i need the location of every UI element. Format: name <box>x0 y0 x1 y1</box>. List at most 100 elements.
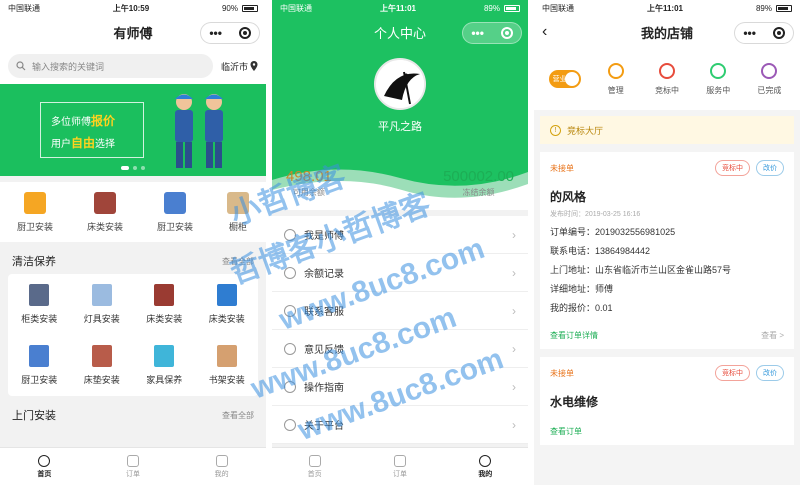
battery-level: 90% <box>221 3 238 13</box>
menu-item-icon <box>284 342 296 355</box>
search-input[interactable]: 输入搜索的关键词 <box>8 54 213 78</box>
view-all-link[interactable]: 查看全部 <box>222 256 254 267</box>
page-title: 有师傅 <box>113 25 153 41</box>
promo-banner[interactable]: 多位师傅报价 用户自由选择 <box>0 84 266 176</box>
more-icon[interactable]: ••• <box>743 26 756 40</box>
bidding-badge[interactable]: 竞标中 <box>715 365 750 381</box>
business-toggle[interactable]: 营业 <box>548 70 581 88</box>
service-item[interactable]: 厨卫安装 <box>8 335 71 396</box>
tab-orders[interactable]: 订单 <box>126 454 140 479</box>
service-item[interactable]: 灯具安装 <box>71 274 134 335</box>
service-item[interactable]: 床类安装 <box>196 274 259 335</box>
menu-item-label: 关于平台 <box>304 421 344 432</box>
order-time: 发布时间：2019-03-25 16:16 <box>550 211 641 218</box>
balance-value: 500002.00 <box>443 168 514 185</box>
tab-label: 首页 <box>37 470 52 478</box>
service-item[interactable]: 书架安装 <box>196 335 259 396</box>
menu-item-label: 联系客服 <box>304 307 344 318</box>
frozen-balance[interactable]: 500002.00 冻结余额 <box>443 168 514 198</box>
status-tab-label: 服务中 <box>706 85 731 95</box>
menu-item[interactable]: 余额记录 › <box>272 254 528 292</box>
carrier: 中国联通 <box>542 3 574 13</box>
battery-level: 89% <box>755 3 772 13</box>
banner-line1: 多位师傅 <box>51 117 91 128</box>
category-item[interactable]: 厨卫安装 <box>157 191 193 233</box>
menu-item[interactable]: 关于平台 › <box>272 406 528 444</box>
more-icon[interactable]: ••• <box>471 26 484 40</box>
status-tab-icon <box>607 62 624 79</box>
menu-item[interactable]: 联系客服 › <box>272 292 528 330</box>
shop-status-tab[interactable]: 竞标中 <box>642 62 691 96</box>
service-icon <box>29 345 50 367</box>
nav-bar: 个人中心 ••• <box>272 16 528 48</box>
close-icon[interactable] <box>500 27 513 39</box>
shop-status-tab[interactable]: 已完成 <box>745 62 794 96</box>
service-label: 书架安装 <box>208 375 245 385</box>
available-balance[interactable]: 498.01 可用余额 <box>286 168 332 198</box>
category-item[interactable]: 厨卫安装 <box>16 191 53 233</box>
tab-label: 我的 <box>214 470 229 478</box>
back-icon[interactable]: ‹ <box>542 23 547 41</box>
bidding-badge[interactable]: 竞标中 <box>715 160 750 176</box>
tab-mine[interactable]: 我的 <box>214 454 229 479</box>
service-item[interactable]: 床垫安装 <box>71 335 134 396</box>
tab-mine[interactable]: 我的 <box>478 454 492 479</box>
status-bar: 中国联通 上午10:59 90% <box>0 0 266 16</box>
location-label: 临沂市 <box>220 61 248 72</box>
change-price-button[interactable]: 改价 <box>756 365 784 381</box>
category-item[interactable]: 橱柜 <box>226 191 249 233</box>
battery-level: 89% <box>483 3 500 13</box>
tab-home[interactable]: 首页 <box>308 454 322 479</box>
service-label: 厨卫安装 <box>21 375 58 385</box>
menu-item-icon <box>284 418 296 431</box>
tab-bar: 首页 订单 我的 <box>272 447 528 485</box>
battery-icon <box>241 4 258 12</box>
banner-highlight-quote: 报价 <box>91 114 116 128</box>
home-icon <box>38 454 51 467</box>
close-icon[interactable] <box>238 27 251 39</box>
service-item[interactable]: 柜类安装 <box>8 274 71 335</box>
category-item[interactable]: 床类安装 <box>86 191 123 233</box>
bidding-hall-notice[interactable]: ! 竞标大厅 <box>540 116 794 144</box>
close-icon[interactable] <box>772 27 785 39</box>
service-label: 床类安装 <box>146 314 183 324</box>
view-order-detail-link[interactable]: 查看订单详情 <box>550 330 598 341</box>
view-more-link[interactable]: 查看 > <box>761 330 784 341</box>
chevron-right-icon: › <box>512 341 516 356</box>
view-order-link[interactable]: 查看订单 <box>550 426 582 437</box>
profile-menu: 我是师傅 › 余额记录 › 联系客服 › 意见反馈 › 操作指南 › 关于平台 › <box>272 216 528 444</box>
tab-orders[interactable]: 订单 <box>393 454 407 479</box>
order-address: 上门地址：山东省临沂市兰山区金雀山路57号 <box>550 265 732 275</box>
service-item[interactable]: 床类安装 <box>133 274 196 335</box>
status-tab-icon <box>710 62 727 79</box>
orders-icon <box>393 454 406 467</box>
category-label: 床类安装 <box>86 221 123 232</box>
view-all-link[interactable]: 查看全部 <box>222 410 254 421</box>
order-card[interactable]: 未接单 竞标中 改价 的风格 发布时间：2019-03-25 16:16 订单编号… <box>540 152 794 349</box>
service-icon <box>216 345 237 367</box>
menu-item[interactable]: 操作指南 › <box>272 368 528 406</box>
menu-item[interactable]: 意见反馈 › <box>272 330 528 368</box>
shop-status-tab[interactable]: 管理 <box>591 62 640 96</box>
tab-home[interactable]: 首页 <box>37 454 52 479</box>
mini-program-capsule[interactable]: ••• <box>734 22 794 44</box>
menu-item-icon <box>284 266 296 279</box>
orders-icon <box>126 454 139 467</box>
open-toggle[interactable]: 营业 <box>540 70 589 88</box>
balance-label: 冻结余额 <box>462 188 495 197</box>
avatar[interactable] <box>374 58 426 110</box>
home-screen: 中国联通 上午10:59 90% 有师傅 ••• 输入搜索的关键词 临沂市 多位… <box>0 0 266 485</box>
service-label: 灯具安装 <box>83 314 120 324</box>
mini-program-capsule[interactable]: ••• <box>462 22 522 44</box>
change-price-button[interactable]: 改价 <box>756 160 784 176</box>
order-card[interactable]: 未接单 竞标中 改价 水电维修 查看订单 <box>540 357 794 445</box>
mini-program-capsule[interactable]: ••• <box>200 22 260 44</box>
shop-status-tab[interactable]: 服务中 <box>694 62 743 96</box>
service-item[interactable]: 家具保养 <box>133 335 196 396</box>
more-icon[interactable]: ••• <box>209 26 222 40</box>
location-selector[interactable]: 临沂市 <box>221 60 258 73</box>
status-tab-icon <box>761 62 778 79</box>
order-card-footer: 查看订单 <box>550 420 784 437</box>
category-label: 厨卫安装 <box>16 221 53 232</box>
menu-item[interactable]: 我是师傅 › <box>272 216 528 254</box>
